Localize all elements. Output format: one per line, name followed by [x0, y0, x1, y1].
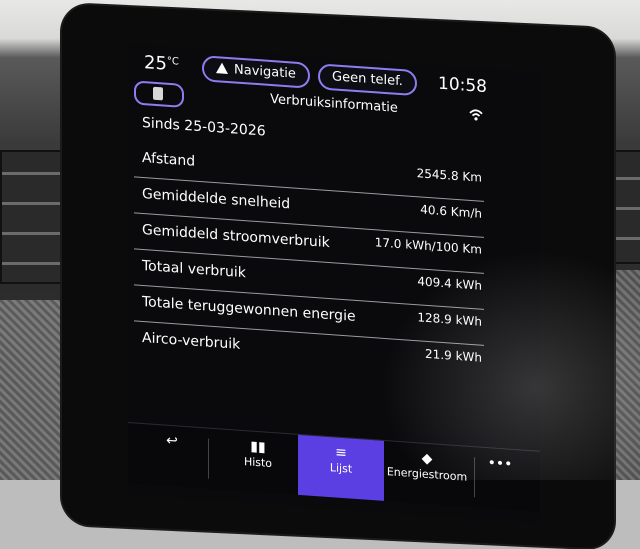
- row-label: Airco-verbruik: [142, 329, 241, 353]
- tab-lijst-label: Lijst: [329, 461, 353, 476]
- temperature-unit: °C: [166, 55, 179, 68]
- infotainment-screen: 25°C Navigatie Geen telef. 10:58 Verbrui…: [128, 44, 540, 523]
- navigation-arrow-icon: [216, 62, 228, 74]
- phone-status-button[interactable]: Geen telef.: [318, 63, 417, 97]
- more-button[interactable]: •••: [470, 447, 530, 511]
- back-arrow-icon: ↩: [166, 432, 178, 450]
- row-label: Gemiddelde snelheid: [142, 185, 291, 213]
- row-label: Totale teruggewonnen energie: [142, 293, 356, 325]
- back-button[interactable]: ↩: [142, 424, 202, 488]
- navigation-button[interactable]: Navigatie: [202, 55, 310, 89]
- clock: 10:58: [438, 73, 487, 98]
- divider: [208, 438, 209, 479]
- since-date: Sinds 25-03-2026: [142, 114, 266, 140]
- row-label: Afstand: [142, 149, 196, 170]
- row-label: Totaal verbruik: [142, 257, 246, 282]
- bar-chart-icon: ▮▮: [250, 438, 266, 456]
- list-icon: ≡: [335, 444, 347, 462]
- temperature: 25°C: [144, 52, 179, 75]
- row-value: 17.0 kWh/100 Km: [374, 235, 482, 257]
- row-value: 409.4 kWh: [417, 274, 482, 293]
- row-value: 2545.8 Km: [416, 166, 482, 185]
- navigation-button-label: Navigatie: [234, 62, 296, 82]
- row-value: 40.6 Km/h: [420, 202, 482, 221]
- temperature-value: 25: [144, 52, 167, 75]
- tab-lijst[interactable]: ≡ Lijst: [298, 434, 384, 501]
- phone-status-label: Geen telef.: [332, 69, 403, 90]
- row-value: 21.9 kWh: [425, 346, 482, 365]
- tab-histo-label: Histo: [243, 455, 273, 471]
- tab-energiestroom[interactable]: ◆ Energiestroom: [384, 441, 470, 507]
- row-label: Gemiddeld stroomverbruik: [142, 221, 330, 252]
- row-value: 128.9 kWh: [417, 310, 482, 329]
- connection-icon: [469, 109, 483, 121]
- bottom-nav: ↩ ▮▮ Histo ≡ Lijst ◆ Energiestroom •••: [128, 422, 540, 512]
- tab-histo[interactable]: ▮▮ Histo: [218, 429, 298, 495]
- more-dots-icon: •••: [487, 455, 513, 473]
